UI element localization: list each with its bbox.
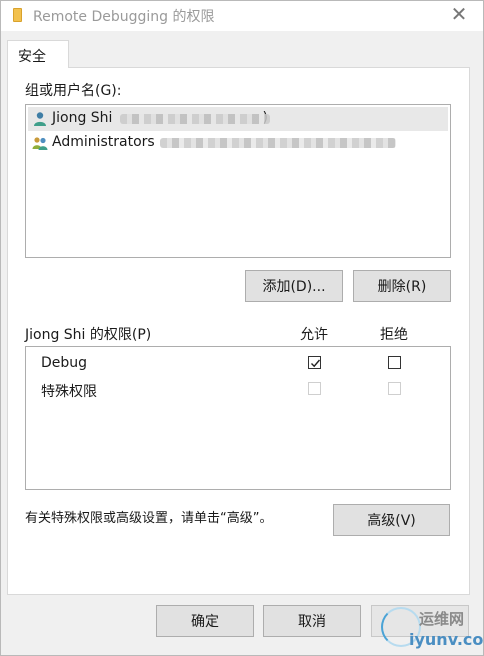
close-button[interactable]: ✕ [449,3,469,25]
cancel-button[interactable]: 取消 [263,605,361,637]
group-icon [32,137,48,150]
redacted-group-path [160,138,396,148]
check-icon [311,359,321,368]
watermark-logo: 运维网 iyunv.com [379,603,484,655]
window-title: Remote Debugging 的权限 [33,9,215,25]
redacted-email [120,114,270,124]
user-icon [34,112,46,126]
ok-button[interactable]: 确定 [156,605,254,637]
watermark-url: iyunv.com [409,630,484,649]
allow-checkbox-debug[interactable] [308,356,321,369]
allow-checkbox-special [308,382,321,395]
permissions-label: Jiong Shi 的权限(P) [25,327,152,343]
security-panel: 组或用户名(G): Jiong Shi) Administrators [7,67,470,595]
list-item-group[interactable]: Administrators [28,131,448,155]
watermark-text: 运维网 [419,610,465,628]
deny-checkbox-debug[interactable] [388,356,401,369]
users-label: 组或用户名(G): [25,83,122,99]
remove-button[interactable]: 删除(R) [353,270,451,302]
list-item-user[interactable]: Jiong Shi) [28,107,448,131]
deny-checkbox-special [388,382,401,395]
deny-column-header: 拒绝 [380,327,408,343]
allow-column-header: 允许 [300,327,328,343]
tab-security[interactable]: 安全 [7,40,69,68]
permissions-dialog: Remote Debugging 的权限 ✕ 安全 组或用户名(G): Jion… [0,0,484,656]
permission-name-debug: Debug [41,355,88,371]
add-button[interactable]: 添加(D)... [245,270,343,302]
users-listbox[interactable]: Jiong Shi) Administrators [25,104,451,258]
permissions-listbox: Debug 特殊权限 [25,346,451,490]
title-bar: Remote Debugging 的权限 ✕ [1,1,483,31]
permission-name-special: 特殊权限 [41,384,97,400]
advanced-hint-text: 有关特殊权限或高级设置，请单击“高级”。 [25,511,273,526]
advanced-button[interactable]: 高级(V) [333,504,450,536]
group-name: Administrators [52,134,155,150]
folder-icon [13,8,22,22]
